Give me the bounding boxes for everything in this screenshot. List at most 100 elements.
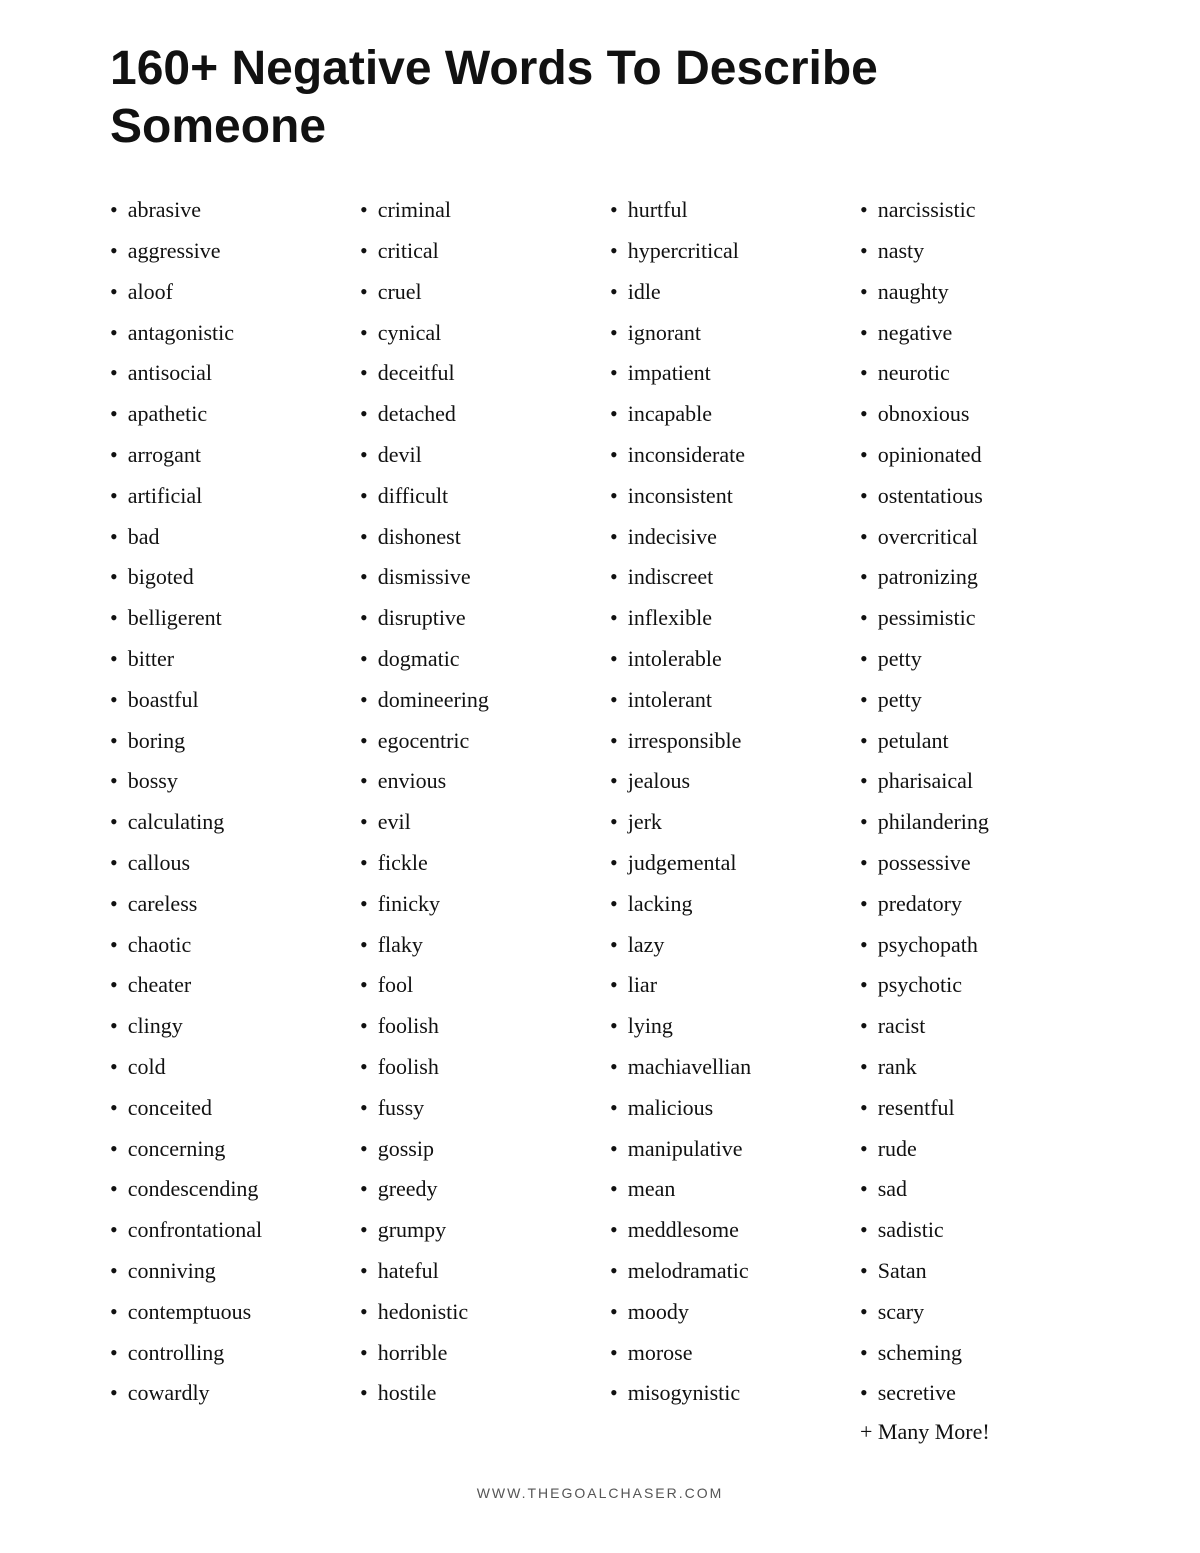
list-item: lazy — [610, 930, 840, 961]
list-item: racist — [860, 1011, 1090, 1042]
list-item: petty — [860, 685, 1090, 716]
list-item: belligerent — [110, 603, 340, 634]
list-item: boastful — [110, 685, 340, 716]
list-item: sadistic — [860, 1215, 1090, 1246]
list-item: aloof — [110, 277, 340, 308]
list-item: antagonistic — [110, 318, 340, 349]
list-item: cold — [110, 1052, 340, 1083]
list-item: abrasive — [110, 195, 340, 226]
list-item: cowardly — [110, 1378, 340, 1409]
list-item: negative — [860, 318, 1090, 349]
list-item: condescending — [110, 1174, 340, 1205]
column-3: hurtfulhypercriticalidleignorantimpatien… — [610, 195, 840, 1419]
list-item: detached — [360, 399, 590, 430]
list-item: clingy — [110, 1011, 340, 1042]
list-item: hurtful — [610, 195, 840, 226]
list-item: artificial — [110, 481, 340, 512]
list-item: fickle — [360, 848, 590, 879]
list-item: fussy — [360, 1093, 590, 1124]
list-item: intolerable — [610, 644, 840, 675]
list-item: concerning — [110, 1134, 340, 1165]
list-item: malicious — [610, 1093, 840, 1124]
list-item: possessive — [860, 848, 1090, 879]
list-item: horrible — [360, 1338, 590, 1369]
list-item: moody — [610, 1297, 840, 1328]
list-item: petty — [860, 644, 1090, 675]
list-item: criminal — [360, 195, 590, 226]
list-item: pessimistic — [860, 603, 1090, 634]
list-item: deceitful — [360, 358, 590, 389]
list-item: bigoted — [110, 562, 340, 593]
list-item: rank — [860, 1052, 1090, 1083]
list-item: contemptuous — [110, 1297, 340, 1328]
list-item: hostile — [360, 1378, 590, 1409]
list-item: hateful — [360, 1256, 590, 1287]
list-item: callous — [110, 848, 340, 879]
list-item: intolerant — [610, 685, 840, 716]
page-wrapper: 160+ Negative Words To Describe Someone … — [50, 0, 1150, 1551]
list-item: inconsiderate — [610, 440, 840, 471]
list-item: Satan — [860, 1256, 1090, 1287]
list-item: overcritical — [860, 522, 1090, 553]
list-item: cheater — [110, 970, 340, 1001]
page-title: 160+ Negative Words To Describe Someone — [110, 40, 1090, 155]
list-item: controlling — [110, 1338, 340, 1369]
list-item: misogynistic — [610, 1378, 840, 1409]
list-item: liar — [610, 970, 840, 1001]
list-item: morose — [610, 1338, 840, 1369]
list-item: grumpy — [360, 1215, 590, 1246]
list-item: critical — [360, 236, 590, 267]
list-item: inflexible — [610, 603, 840, 634]
list-item: ostentatious — [860, 481, 1090, 512]
list-item: dismissive — [360, 562, 590, 593]
footer: WWW.THEGOALCHASER.COM — [110, 1485, 1090, 1521]
list-item: judgemental — [610, 848, 840, 879]
list-item: predatory — [860, 889, 1090, 920]
list-item: cruel — [360, 277, 590, 308]
list-item: nasty — [860, 236, 1090, 267]
list-item: domineering — [360, 685, 590, 716]
list-item: apathetic — [110, 399, 340, 430]
list-item: ignorant — [610, 318, 840, 349]
list-item: irresponsible — [610, 726, 840, 757]
list-item: manipulative — [610, 1134, 840, 1165]
list-item: bossy — [110, 766, 340, 797]
list-item: chaotic — [110, 930, 340, 961]
list-item: arrogant — [110, 440, 340, 471]
list-item: secretive — [860, 1378, 1090, 1409]
list-item: jerk — [610, 807, 840, 838]
list-item: devil — [360, 440, 590, 471]
list-item: indecisive — [610, 522, 840, 553]
list-item: machiavellian — [610, 1052, 840, 1083]
list-item: greedy — [360, 1174, 590, 1205]
list-item: calculating — [110, 807, 340, 838]
column-1: abrasiveaggressivealoofantagonisticantis… — [110, 195, 340, 1419]
list-item: difficult — [360, 481, 590, 512]
list-item: confrontational — [110, 1215, 340, 1246]
list-item: lying — [610, 1011, 840, 1042]
list-item: egocentric — [360, 726, 590, 757]
list-item: hedonistic — [360, 1297, 590, 1328]
list-item: flaky — [360, 930, 590, 961]
list-item: naughty — [860, 277, 1090, 308]
list-item: petulant — [860, 726, 1090, 757]
list-item: scary — [860, 1297, 1090, 1328]
plus-more-label: + Many More! — [860, 1419, 1090, 1445]
list-item: psychotic — [860, 970, 1090, 1001]
list-item: mean — [610, 1174, 840, 1205]
list-item: evil — [360, 807, 590, 838]
list-item: opinionated — [860, 440, 1090, 471]
column-4: narcissisticnastynaughtynegativeneurotic… — [860, 195, 1090, 1445]
list-item: boring — [110, 726, 340, 757]
list-item: foolish — [360, 1011, 590, 1042]
list-item: finicky — [360, 889, 590, 920]
list-item: fool — [360, 970, 590, 1001]
list-item: lacking — [610, 889, 840, 920]
list-item: obnoxious — [860, 399, 1090, 430]
list-item: idle — [610, 277, 840, 308]
list-item: dishonest — [360, 522, 590, 553]
list-item: conceited — [110, 1093, 340, 1124]
list-item: narcissistic — [860, 195, 1090, 226]
list-item: impatient — [610, 358, 840, 389]
list-item: psychopath — [860, 930, 1090, 961]
